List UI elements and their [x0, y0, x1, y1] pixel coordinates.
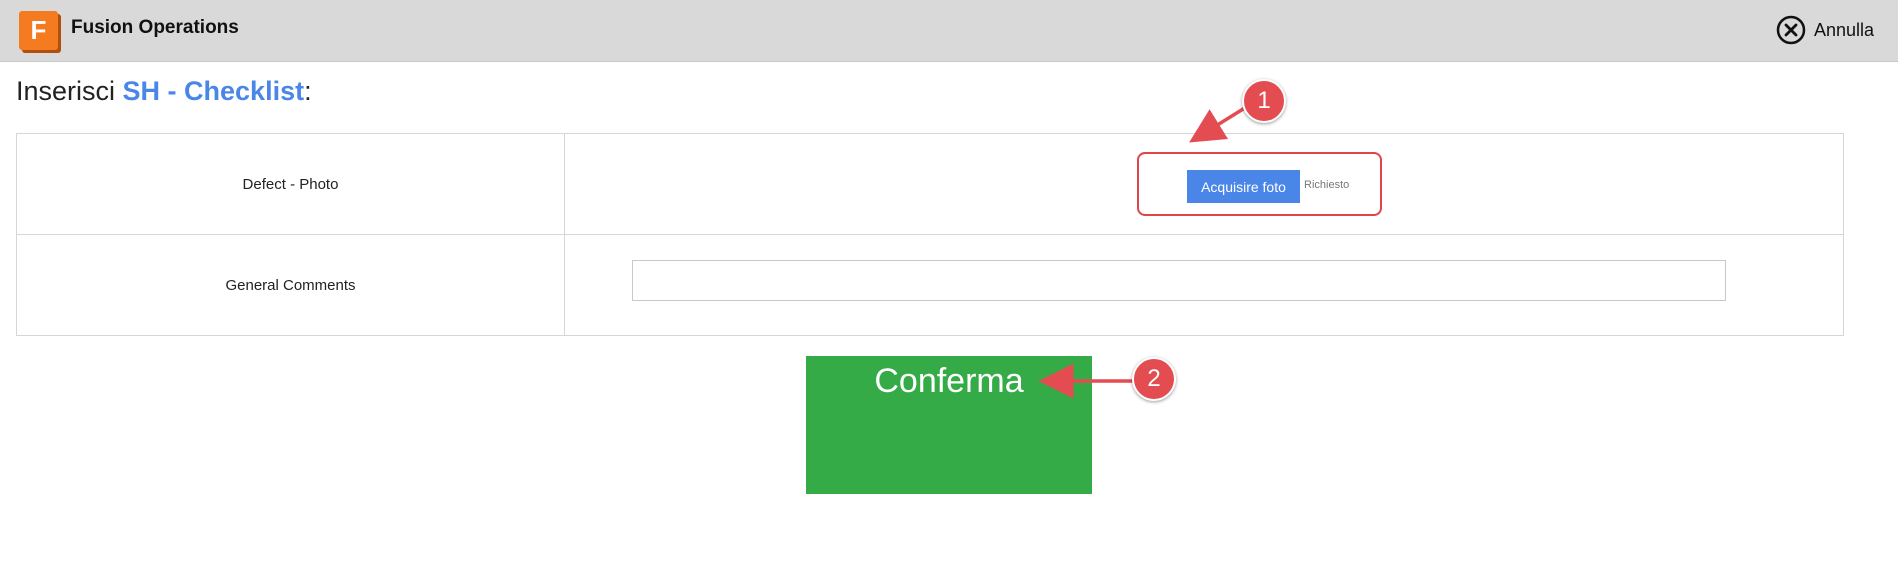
title-suffix: :: [304, 76, 312, 106]
top-bar: F Fusion Operations Annulla: [0, 0, 1898, 62]
app-title: Fusion Operations: [71, 17, 239, 38]
annotation-badge-2: 2: [1132, 357, 1176, 401]
cancel-button[interactable]: Annulla: [1776, 15, 1874, 45]
confirm-button[interactable]: Conferma: [806, 356, 1092, 494]
page-title: Inserisci SH - Checklist:: [16, 76, 312, 107]
app-logo-icon: F: [19, 11, 58, 50]
form-row-defect-photo: Defect - Photo Acquisire foto Richiesto: [16, 133, 1844, 235]
annotation-badge-1: 1: [1242, 79, 1286, 123]
field-cell-defect-photo: Acquisire foto Richiesto: [564, 133, 1844, 235]
field-cell-general-comments: [564, 234, 1844, 336]
field-label-general-comments: General Comments: [16, 234, 565, 336]
form-row-general-comments: General Comments: [16, 234, 1844, 336]
entity-name: SH - Checklist: [122, 76, 305, 106]
cancel-label: Annulla: [1813, 19, 1874, 40]
checklist-form: Defect - Photo Acquisire foto Richiesto …: [16, 133, 1844, 336]
close-circle-icon: [1776, 15, 1806, 45]
field-label-defect-photo: Defect - Photo: [16, 133, 565, 235]
acquire-photo-button[interactable]: Acquisire foto: [1187, 170, 1300, 203]
required-label: Richiesto: [1304, 179, 1350, 191]
photo-highlight-box: Acquisire foto Richiesto: [1137, 152, 1382, 216]
logo-letter: F: [30, 15, 47, 45]
general-comments-input[interactable]: [632, 260, 1726, 301]
title-prefix: Inserisci: [16, 76, 123, 106]
